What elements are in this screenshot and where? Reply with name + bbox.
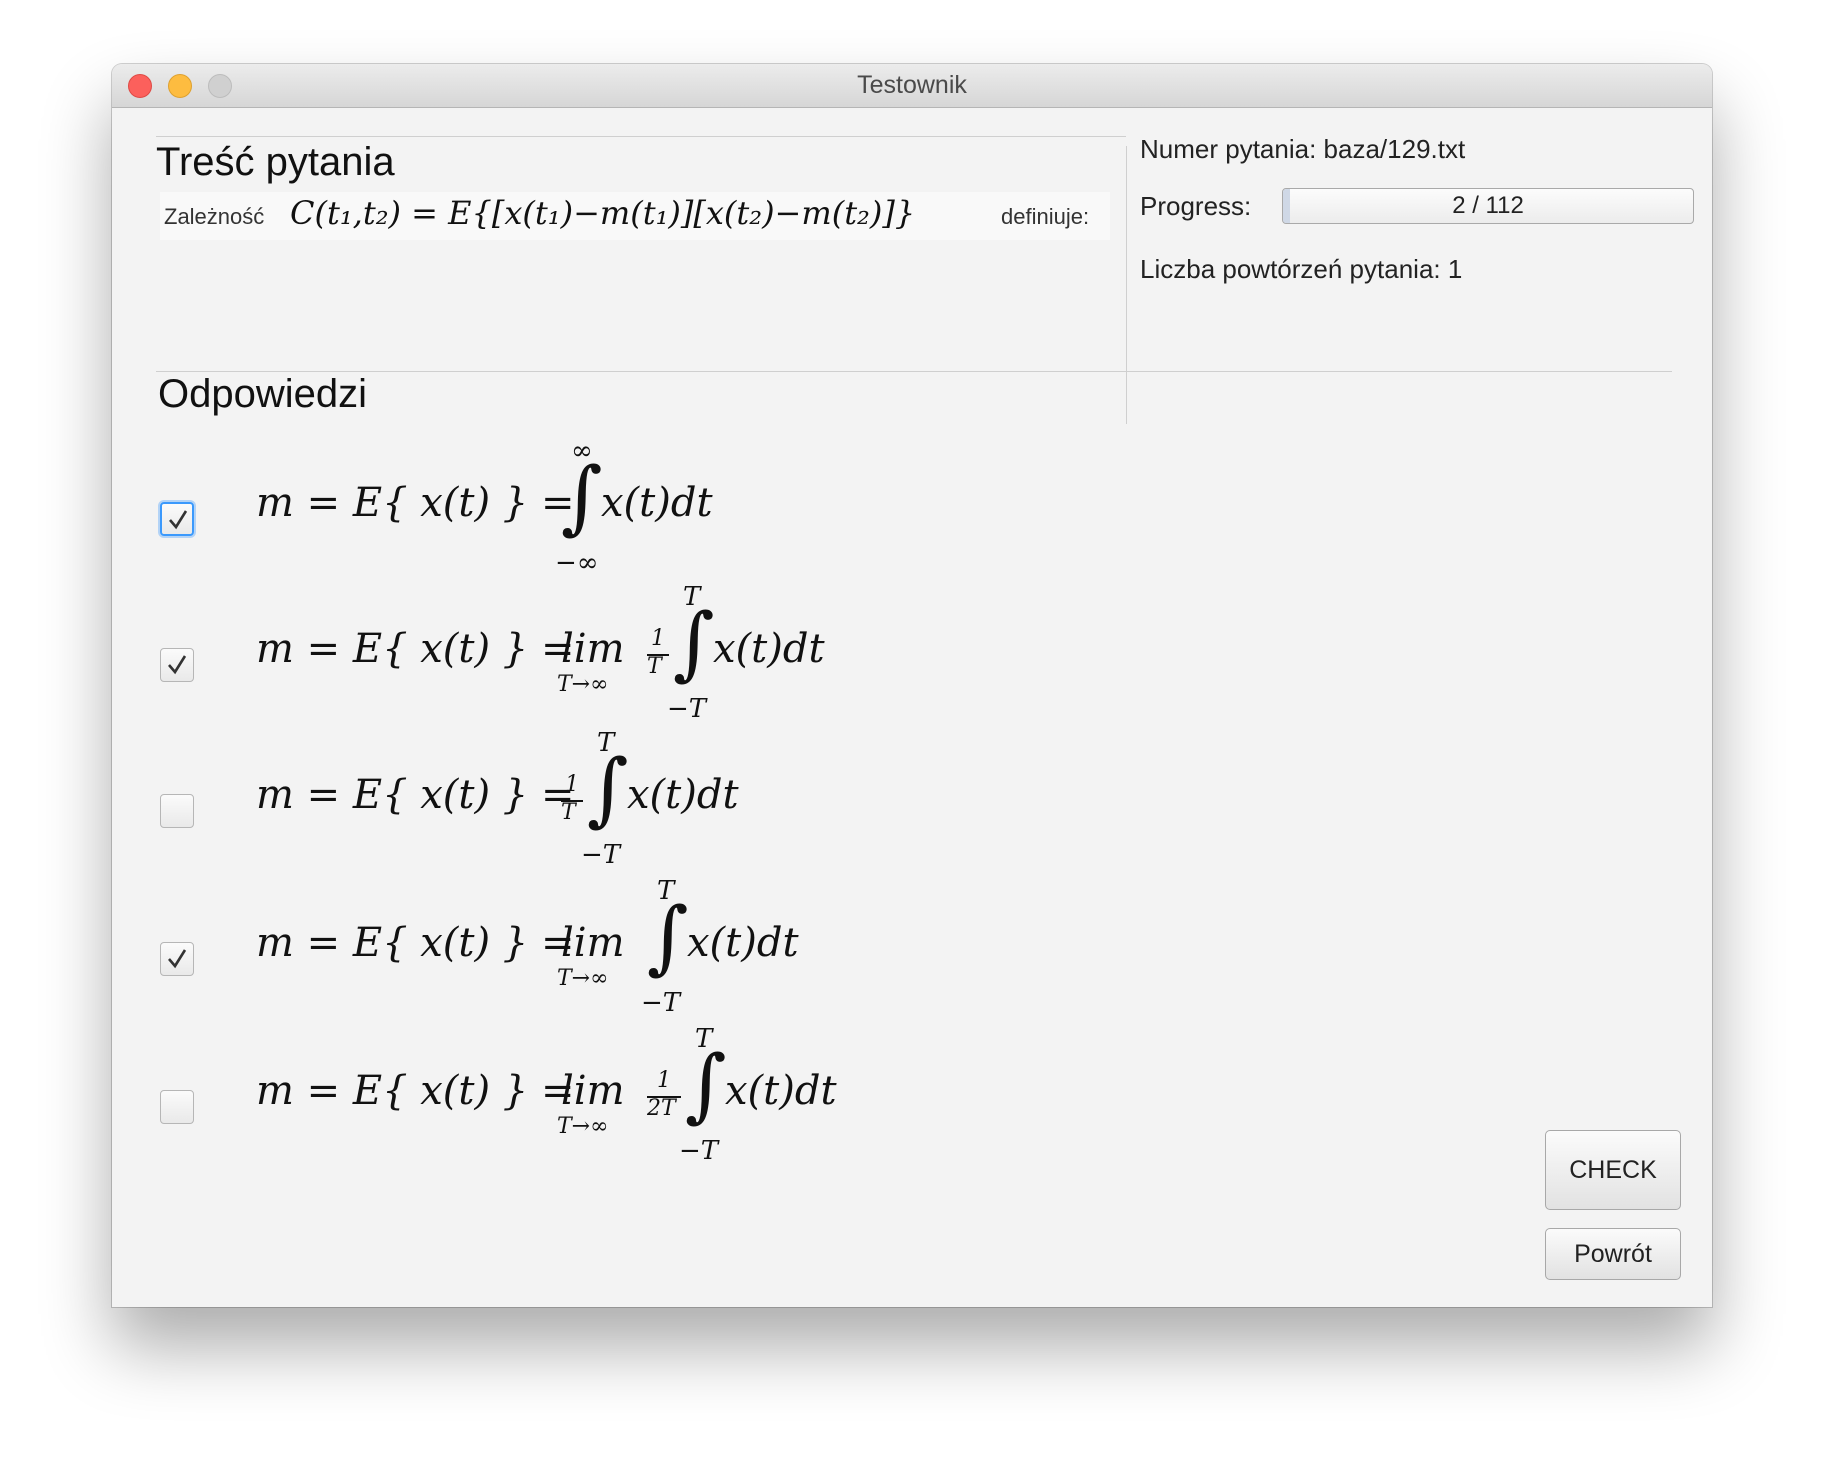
question-heading: Treść pytania <box>156 140 395 184</box>
formula-integrand: x(t)dt <box>601 480 713 526</box>
question-number: Numer pytania: baza/129.txt <box>1140 134 1465 165</box>
fraction-denominator: T <box>561 800 576 825</box>
answer-checkbox[interactable] <box>160 648 194 682</box>
integral-upper-limit: T <box>683 582 701 612</box>
integral-lower-limit: −T <box>581 840 621 870</box>
formula-integrand: x(t)dt <box>713 626 825 672</box>
integral-upper-limit: T <box>597 728 615 758</box>
formula-lhs: m = E{ x(t) } = <box>256 1068 575 1114</box>
answer-option: m = E{ x(t) } = lim T→∞ 1 T ∫ T −T x(t)dt <box>160 582 1160 724</box>
window-title: Testownik <box>857 71 967 99</box>
app-window: Testownik Treść pytania Zależność C(t₁,t… <box>112 64 1712 1307</box>
fraction-numerator: 1 <box>651 626 665 651</box>
fraction-denominator: T <box>647 654 662 679</box>
progress-bar: 2 / 112 <box>1282 188 1694 224</box>
integral-lower-limit: −T <box>641 988 681 1018</box>
progress-label: Progress: <box>1140 191 1252 221</box>
question-suffix: definiuje: <box>1001 204 1090 229</box>
integral-lower-limit: −T <box>679 1136 719 1166</box>
horizontal-divider <box>156 371 1672 372</box>
answer-option: m = E{ x(t) } = ∫ ∞ −∞ x(t)dt <box>160 436 1160 578</box>
formula-limit-subscript: T→∞ <box>557 966 609 991</box>
answer-checkbox[interactable] <box>160 942 194 976</box>
question-content: Zależność C(t₁,t₂) = E{[x(t₁)−m(t₁)][x(t… <box>160 192 1110 240</box>
back-button[interactable]: Powrót <box>1545 1228 1681 1280</box>
answer-checkbox[interactable] <box>160 1090 194 1124</box>
fraction-denominator: 2T <box>647 1096 676 1121</box>
fraction-numerator: 1 <box>657 1068 671 1093</box>
checkmark-icon <box>168 949 187 969</box>
vertical-divider <box>1126 146 1127 424</box>
question-number-label: Numer pytania: <box>1140 134 1317 164</box>
formula-limit: lim <box>561 1068 625 1114</box>
repeat-count-value: 1 <box>1447 254 1463 284</box>
formula-lhs: m = E{ x(t) } = <box>256 920 575 966</box>
integral-upper-limit: T <box>695 1024 713 1054</box>
formula-limit-subscript: T→∞ <box>557 1114 609 1139</box>
fraction-numerator: 1 <box>565 772 579 797</box>
integral-lower-limit: −T <box>667 694 707 724</box>
formula-limit: lim <box>561 626 625 672</box>
checkmark-icon <box>169 510 188 530</box>
formula-limit-subscript: T→∞ <box>557 672 609 697</box>
repeat-count: Liczba powtórzeń pytania: 1 <box>1140 254 1462 285</box>
check-button[interactable]: CHECK <box>1545 1130 1681 1210</box>
answer-option: m = E{ x(t) } = 1 T ∫ T −T x(t)dt <box>160 728 1160 870</box>
formula-lhs: m = E{ x(t) } = <box>256 626 575 672</box>
formula-integrand: x(t)dt <box>687 920 799 966</box>
integral-upper-limit: ∞ <box>571 436 593 466</box>
integral-upper-limit: T <box>657 876 675 906</box>
formula-lhs: m = E{ x(t) } = <box>256 772 575 818</box>
progress-text: 2 / 112 <box>1452 192 1524 219</box>
answers-heading: Odpowiedzi <box>158 372 368 416</box>
answer-checkbox[interactable] <box>160 502 194 536</box>
formula-lhs: m = E{ x(t) } = <box>256 480 575 526</box>
question-formula: C(t₁,t₂) = E{[x(t₁)−m(t₁)][x(t₂)−m(t₂)]} <box>290 194 916 232</box>
answer-checkbox[interactable] <box>160 794 194 828</box>
formula-limit: lim <box>561 920 625 966</box>
checkmark-icon <box>168 655 187 675</box>
formula-integrand: x(t)dt <box>627 772 739 818</box>
question-prefix: Zależność <box>164 204 265 229</box>
formula-integrand: x(t)dt <box>725 1068 837 1114</box>
answer-option: m = E{ x(t) } = lim T→∞ ∫ T −T x(t)dt <box>160 876 1160 1018</box>
repeat-count-label: Liczba powtórzeń pytania: <box>1140 254 1441 284</box>
integral-lower-limit: −∞ <box>555 548 599 578</box>
question-number-value: baza/129.txt <box>1323 134 1466 164</box>
answer-option: m = E{ x(t) } = lim T→∞ 1 2T ∫ T −T x(t)dt <box>160 1024 1160 1166</box>
title-bar: Testownik <box>112 64 1712 108</box>
